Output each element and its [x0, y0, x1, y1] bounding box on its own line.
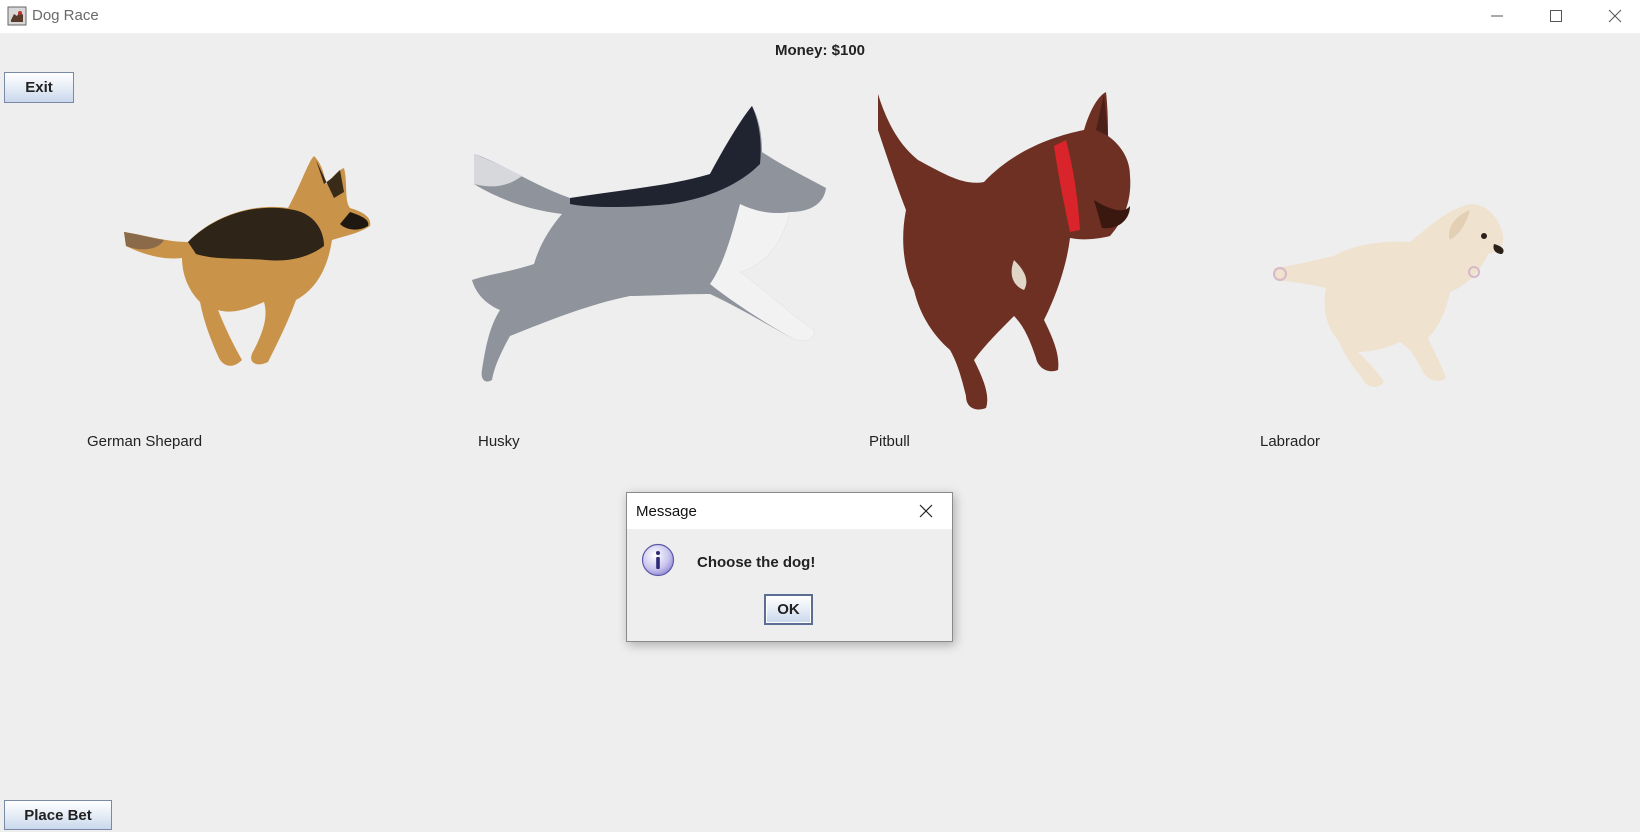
dog-label-german-shepard: German Shepard [87, 433, 203, 450]
money-display: Money: $100 [0, 42, 1640, 59]
ok-button[interactable]: OK [764, 594, 813, 625]
window-title: Dog Race [32, 7, 99, 24]
message-dialog: Message Choose the dog! OK [626, 492, 953, 642]
labrador-running-photo[interactable] [1270, 202, 1508, 396]
pitbull-running-photo[interactable] [874, 90, 1152, 415]
title-bar[interactable]: Dog Race [0, 0, 1640, 33]
dog-label-pitbull: Pitbull [869, 433, 910, 450]
dialog-close-button[interactable] [913, 499, 939, 523]
dialog-message: Choose the dog! [697, 554, 816, 571]
dog-label-husky: Husky [478, 433, 520, 450]
information-icon [641, 543, 675, 577]
close-icon [1608, 9, 1622, 23]
exit-button[interactable]: Exit [4, 72, 74, 103]
minimize-icon [1491, 15, 1503, 17]
minimize-button[interactable] [1468, 0, 1526, 32]
dog-race-window: Dog Race Money: $100 Exit German Shepard… [0, 0, 1640, 832]
close-button[interactable] [1586, 0, 1640, 32]
close-icon [919, 504, 933, 518]
maximize-button[interactable] [1527, 0, 1585, 32]
place-bet-button[interactable]: Place Bet [4, 800, 112, 830]
money-label: Money: [774, 42, 828, 59]
money-value: $100 [831, 42, 866, 59]
maximize-icon [1550, 10, 1562, 22]
dialog-title: Message [636, 503, 697, 520]
german-shepherd-running-photo[interactable] [118, 150, 376, 382]
dog-label-labrador: Labrador [1260, 433, 1321, 450]
dialog-title-bar[interactable]: Message [627, 493, 952, 529]
husky-running-photo[interactable] [470, 104, 844, 394]
dog-race-app-icon [7, 6, 27, 26]
